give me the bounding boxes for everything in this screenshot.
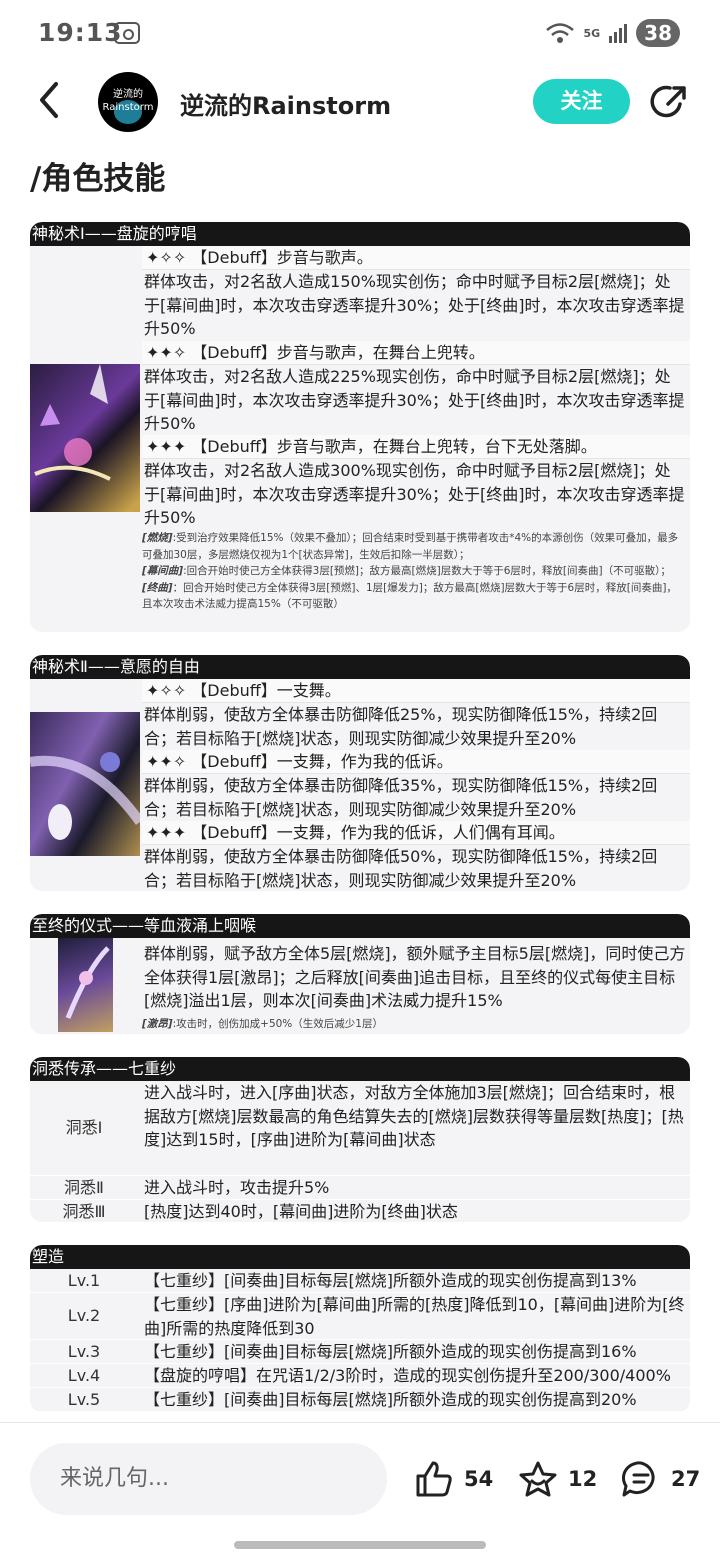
clock: 19:13 bbox=[38, 18, 123, 47]
section-title: 塑造 bbox=[30, 1245, 690, 1269]
author-avatar[interactable]: 逆流的 Rainstorm bbox=[98, 72, 158, 132]
section-title: 至终的仪式——等血液涌上咽喉 bbox=[30, 914, 690, 938]
favorite-button[interactable]: 12 bbox=[518, 1461, 597, 1497]
tier-2-body: 群体攻击，对2名敌人造成225%现实创伤，命中时赋予目标2层[燃烧]；处于[幕间… bbox=[144, 367, 685, 433]
section-title: 神秘术Ⅱ——意愿的自由 bbox=[30, 655, 690, 679]
tier-3-body: 群体攻击，对2名敌人造成300%现实创伤，命中时赋予目标2层[燃烧]；处于[幕间… bbox=[144, 461, 685, 527]
portray-row: Lv.4 【盘旋的哼唱】在咒语1/2/3阶时，造成的现实创伤提升至200/300… bbox=[30, 1364, 690, 1388]
skill-section-2: 神秘术Ⅱ——意愿的自由 ✦✧✧ 【Debuff】一支舞。 群体削弱，使敌方全体暴… bbox=[30, 655, 690, 891]
post-header: 逆流的 Rainstorm 逆流的Rainstorm 关注 bbox=[0, 68, 720, 138]
section-title: 洞悉传承——七重纱 bbox=[30, 1057, 690, 1081]
like-button[interactable]: 54 bbox=[414, 1461, 493, 1497]
skill-1-artwork bbox=[30, 364, 140, 512]
battery-indicator: 38 bbox=[636, 19, 680, 47]
tier-3-body: 群体削弱，使敌方全体暴击防御降低50%，现实防御降低15%，持续2回合；若目标陷… bbox=[144, 847, 658, 890]
tier-2-header: ✦✦✧ 【Debuff】一支舞，作为我的低诉。 bbox=[142, 750, 690, 774]
screenshot-icon bbox=[114, 22, 140, 44]
portray-row: Lv.3 【七重纱】[间奏曲]目标每层[燃烧]所额外造成的现实创伤提高到16% bbox=[30, 1340, 690, 1364]
network-label: 5G bbox=[583, 26, 601, 40]
portray-section: 塑造 Lv.1 【七重纱】[间奏曲]目标每层[燃烧]所额外造成的现实创伤提高到1… bbox=[30, 1245, 690, 1412]
star-icon bbox=[519, 1461, 557, 1497]
comment-input[interactable]: 来说几句... bbox=[30, 1443, 387, 1515]
section-title: 神秘术Ⅰ——盘旋的哼唱 bbox=[30, 222, 690, 246]
insight-row: 洞悉Ⅰ 进入战斗时，进入[序曲]状态，对敌方全体施加3层[燃烧]；回合结束时，根… bbox=[30, 1081, 690, 1176]
bottom-action-bar: 来说几句... 54 12 27 bbox=[0, 1422, 720, 1560]
tier-2-body: 群体削弱，使敌方全体暴击防御降低35%，现实防御降低15%，持续2回合；若目标陷… bbox=[144, 776, 658, 819]
skill-section-1: 神秘术Ⅰ——盘旋的哼唱 ✦✧✧ 【Debuff】步音与歌声。 群体攻击，对2名敌… bbox=[30, 222, 690, 632]
signal-icon bbox=[609, 24, 628, 43]
ultimate-body: 群体削弱，赋予敌方全体5层[燃烧]，额外赋予主目标5层[燃烧]，同时使己方全体获… bbox=[144, 944, 686, 1010]
tier-1-body: 群体攻击，对2名敌人造成150%现实创伤；命中时赋予目标2层[燃烧]；处于[幕间… bbox=[144, 272, 685, 338]
tier-1-header: ✦✧✧ 【Debuff】步音与歌声。 bbox=[142, 246, 690, 270]
page-title: /角色技能 bbox=[30, 161, 166, 197]
follow-button[interactable]: 关注 bbox=[533, 79, 630, 124]
tier-1-body: 群体削弱，使敌方全体暴击防御降低25%，现实防御降低15%，持续2回合；若目标陷… bbox=[144, 705, 658, 748]
share-icon[interactable] bbox=[650, 82, 690, 122]
insight-section: 洞悉传承——七重纱 洞悉Ⅰ 进入战斗时，进入[序曲]状态，对敌方全体施加3层[燃… bbox=[30, 1057, 690, 1222]
insight-row: 洞悉Ⅱ 进入战斗时，攻击提升5% bbox=[30, 1176, 690, 1200]
comment-count: 27 bbox=[671, 1467, 701, 1491]
tier-3-header: ✦✦✦ 【Debuff】步音与歌声，在舞台上兜转，台下无处落脚。 bbox=[142, 435, 690, 459]
like-count: 54 bbox=[464, 1467, 494, 1491]
ultimate-note: [激昂]:攻击时，创伤加成+50%（生效后减少1层） bbox=[142, 1018, 383, 1030]
tier-1-header: ✦✧✧ 【Debuff】一支舞。 bbox=[142, 679, 690, 703]
insight-row: 洞悉Ⅲ [热度]达到40时，[幕间曲]进阶为[终曲]状态 bbox=[30, 1200, 690, 1222]
status-bar: 19:13 5G 38 bbox=[0, 0, 720, 68]
author-name[interactable]: 逆流的Rainstorm bbox=[180, 86, 391, 121]
portray-row: Lv.1 【七重纱】[间奏曲]目标每层[燃烧]所额外造成的现实创伤提高到13% bbox=[30, 1269, 690, 1293]
portray-row: Lv.2 【七重纱】[序曲]进阶为[幕间曲]所需的[热度]降低到10，[幕间曲]… bbox=[30, 1293, 690, 1340]
portray-row: Lv.5 【七重纱】[间奏曲]目标每层[燃烧]所额外造成的现实创伤提高到20% bbox=[30, 1388, 690, 1412]
wifi-icon bbox=[546, 23, 575, 43]
tier-2-header: ✦✦✧ 【Debuff】步音与歌声，在舞台上兜转。 bbox=[142, 341, 690, 365]
ultimate-artwork bbox=[58, 938, 113, 1032]
thumbs-up-icon bbox=[416, 1461, 452, 1497]
favorite-count: 12 bbox=[568, 1467, 598, 1491]
comment-bubble-icon bbox=[622, 1461, 655, 1497]
tier-3-header: ✦✦✦ 【Debuff】一支舞，作为我的低诉，人们偶有耳闻。 bbox=[142, 821, 690, 845]
skill-2-artwork bbox=[30, 712, 140, 856]
back-arrow-icon[interactable] bbox=[30, 80, 70, 120]
comments-button[interactable]: 27 bbox=[621, 1461, 700, 1497]
skill-1-notes: [燃烧]:受到治疗效果降低15%（效果不叠加）；回合结束时受到基于携带者攻击*4… bbox=[142, 532, 679, 610]
home-indicator[interactable] bbox=[234, 1541, 486, 1549]
status-icons: 5G 38 bbox=[545, 18, 680, 48]
skill-section-3: 至终的仪式——等血液涌上咽喉 群体削弱，赋予敌方全体5层[燃烧]，额外赋予主目标… bbox=[30, 914, 690, 1034]
